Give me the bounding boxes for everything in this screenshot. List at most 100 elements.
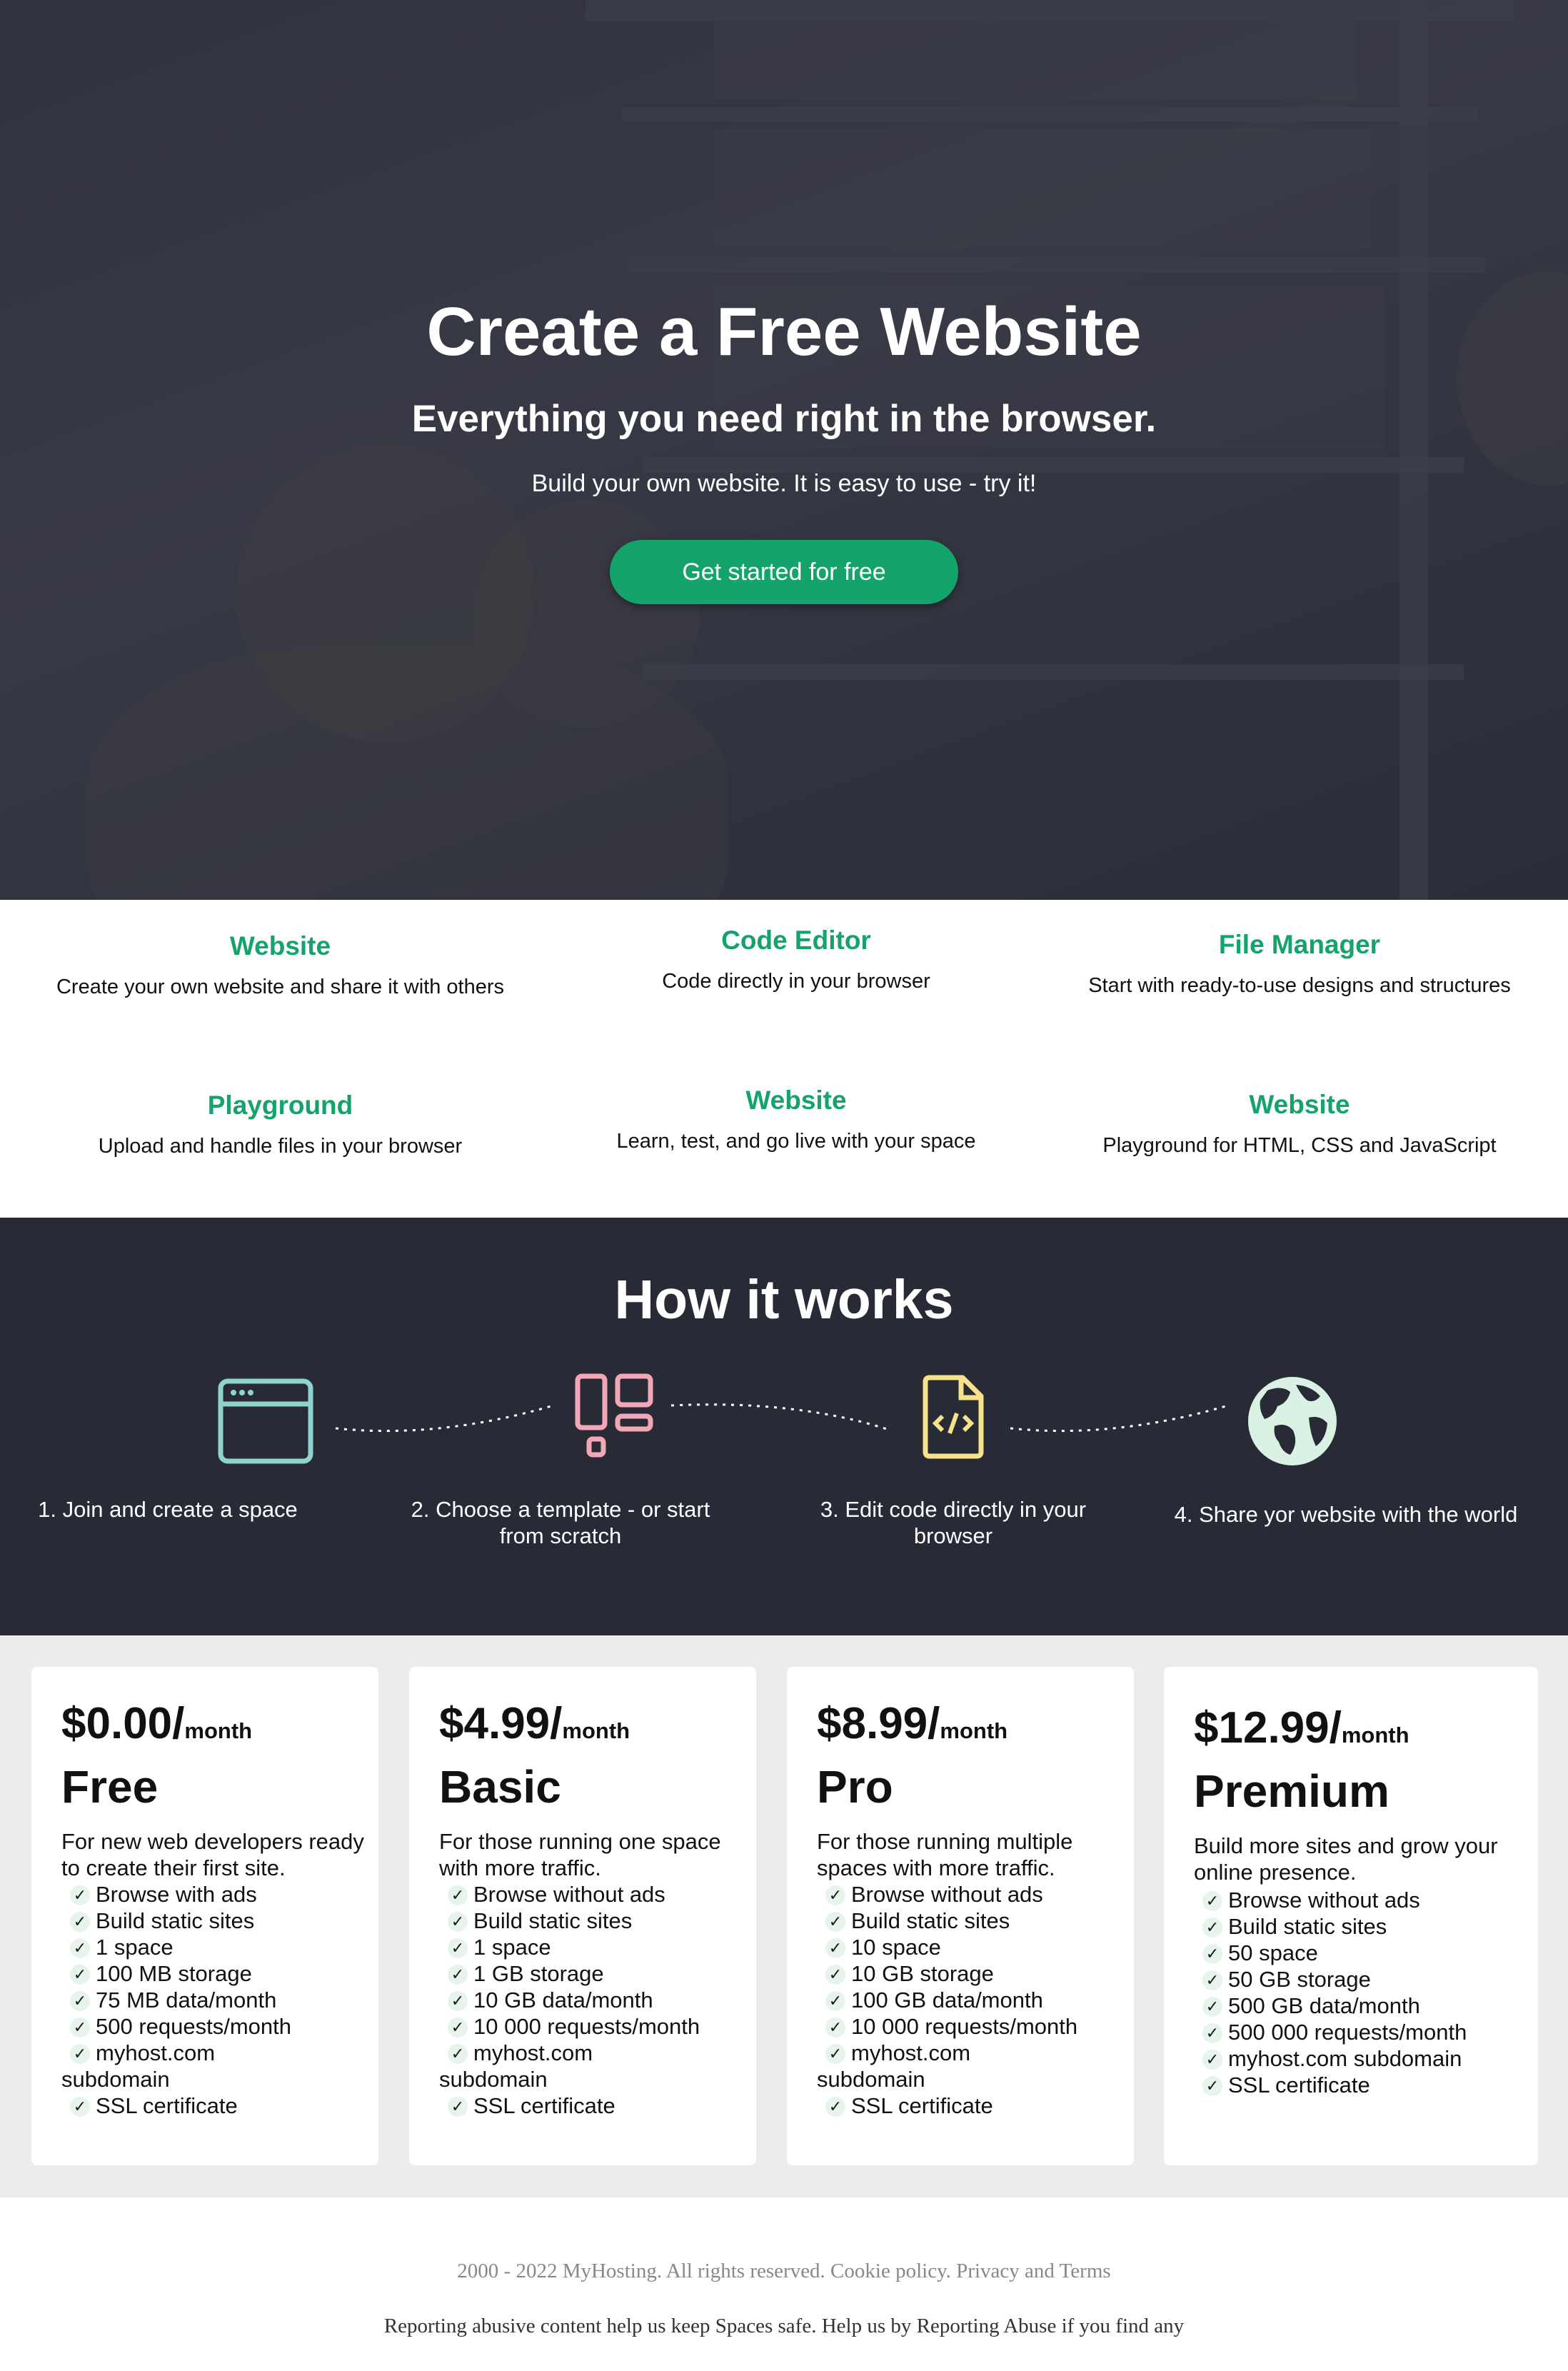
plan-feature: ✓ 1 space [61,1934,371,1960]
check-icon: ✓ [70,1965,90,1985]
globe-icon [1248,1377,1337,1465]
check-icon: ✓ [825,1912,845,1932]
check-icon: ✓ [825,1991,845,2011]
step-4-label: 4. Share yor website with the world [1174,1502,1518,1527]
feature-desc: Create your own website and share it wit… [56,976,505,998]
plan-feature: ✓ 75 MB data/month [61,1987,371,2013]
plan-feature: ✓ 1 GB storage [439,1960,749,1987]
plan-price-amount: $8.99/ [817,1699,940,1748]
check-icon: ✓ [1202,2023,1222,2043]
plan-feature: ✓ 10 000 requests/month [439,2013,749,2040]
check-icon: ✓ [825,1938,845,1958]
plan-price-amount: $0.00/ [61,1699,185,1748]
feature-title: Code Editor [721,926,871,955]
get-started-button[interactable]: Get started for free [610,540,958,604]
code-file-icon [923,1375,984,1459]
plan-price: $12.99/month [1194,1700,1409,1764]
footer-copyright: 2000 - 2022 MyHosting. All rights reserv… [457,2260,1111,2282]
check-icon: ✓ [70,1991,90,2011]
hero-section: Create a Free Website Everything you nee… [0,0,1568,900]
plan-feature: ✓ 50 GB storage [1194,1966,1531,1992]
plan-feature-list: ✓ Browse without ads ✓ Build static sites … [439,1881,749,2119]
feature-desc: Code directly in your browser [662,970,930,993]
plan-price-amount: $4.99/ [439,1699,563,1748]
plan-name: Premium [1194,1765,1389,1817]
plan-name: Basic [439,1761,561,1813]
feature-title: Playground [207,1091,353,1120]
check-icon: ✓ [825,2044,845,2064]
plan-price: $8.99/month [817,1695,1007,1760]
template-layout-icon [575,1373,653,1458]
plan-feature: ✓ SSL certificate [61,2092,371,2119]
step-1-label: 1. Join and create a space [38,1497,298,1522]
plan-feature: ✓ myhost.com subdomain [439,2040,593,2092]
plan-feature-list: ✓ Browse with ads ✓ Build static sites ✓ 1 … [61,1881,371,2119]
check-icon: ✓ [825,2017,845,2037]
plan-name: Pro [817,1761,893,1813]
check-icon: ✓ [448,1938,468,1958]
check-icon: ✓ [70,2017,90,2037]
plan-price-amount: $12.99/ [1194,1703,1342,1753]
pricing-card-free: $0.00/month Free For new web developers … [31,1667,378,2165]
plan-feature: ✓ 100 MB storage [61,1960,371,1987]
plan-feature: ✓ Browse without ads [1194,1887,1531,1913]
check-icon: ✓ [1202,2076,1222,2096]
step-3-label: 3. Edit code directly in your browser [820,1497,1087,1548]
check-icon: ✓ [448,2097,468,2117]
check-icon: ✓ [825,1965,845,1985]
check-icon: ✓ [1202,1944,1222,1964]
plan-feature: ✓ Browse without ads [439,1881,749,1908]
feature-website-2: Website Learn, test, and go live with yo… [543,1083,1050,1156]
plan-feature: ✓ Browse without ads [817,1881,1127,1908]
check-icon: ✓ [448,1885,468,1905]
plan-price-period: month [562,1718,630,1743]
plan-feature: ✓ myhost.com subdomain [61,2040,216,2092]
check-icon: ✓ [825,1885,845,1905]
plan-desc: Build more sites and grow your online pr… [1194,1833,1498,1885]
plan-feature: ✓ 10 space [817,1934,1127,1960]
plan-feature: ✓ Build static sites [439,1908,749,1934]
plan-feature: ✓ 10 000 requests/month [817,2013,1127,2040]
plan-feature-list: ✓ Browse without ads ✓ Build static sites … [817,1881,1127,2119]
check-icon: ✓ [448,2017,468,2037]
plan-feature: ✓ 500 000 requests/month [1194,2019,1531,2045]
plan-feature: ✓ 50 space [1194,1940,1531,1966]
plan-price-period: month [1341,1723,1409,1748]
step-connector-2 [670,1403,890,1431]
plan-feature: ✓ Build static sites [817,1908,1127,1934]
feature-desc: Upload and handle files in your browser [98,1135,463,1158]
check-icon: ✓ [448,1991,468,2011]
feature-website-3: Website Playground for HTML, CSS and Jav… [1057,1087,1542,1160]
check-icon: ✓ [825,2097,845,2117]
feature-desc: Playground for HTML, CSS and JavaScript [1102,1134,1497,1157]
plan-price: $0.00/month [61,1695,252,1760]
plan-name: Free [61,1761,159,1813]
step-connector-3 [1010,1404,1229,1433]
feature-desc: Learn, test, and go live with your space [616,1130,976,1153]
step-2-label: 2. Choose a template - or start from scr… [411,1497,710,1548]
pricing-card-basic: $4.99/month Basic For those running one … [409,1667,756,2165]
plan-feature: ✓ SSL certificate [1194,2072,1531,2098]
plan-feature: ✓ SSL certificate [439,2092,749,2119]
plan-feature: ✓ 500 requests/month [61,2013,371,2040]
plan-feature: ✓ Build static sites [1194,1913,1531,1940]
plan-feature: ✓ myhost.com subdomain [1194,2045,1531,2072]
feature-file-manager: File Manager Start with ready-to-use des… [1057,927,1542,1000]
check-icon: ✓ [1202,1918,1222,1938]
plan-feature: ✓ 1 space [439,1934,749,1960]
plan-feature-list: ✓ Browse without ads ✓ Build static sites … [1194,1887,1531,2098]
check-icon: ✓ [70,2044,90,2064]
check-icon: ✓ [1202,1970,1222,1990]
plan-desc: For new web developers ready to create t… [61,1829,364,1880]
check-icon: ✓ [448,1912,468,1932]
hero-text: Build your own website. It is easy to us… [531,470,1037,497]
feature-title: Website [745,1086,847,1115]
browser-window-icon [218,1378,313,1464]
feature-desc: Start with ready-to-use designs and stru… [1088,974,1511,997]
plan-desc: For those running multiple spaces with m… [817,1829,1073,1880]
plan-price-period: month [184,1718,253,1743]
plan-feature: ✓ 10 GB storage [817,1960,1127,1987]
plan-price-period: month [940,1718,1008,1743]
hero-subtitle: Everything you need right in the browser… [411,398,1157,440]
footer-report-abuse: Reporting abusive content help us keep S… [383,2315,1185,2337]
